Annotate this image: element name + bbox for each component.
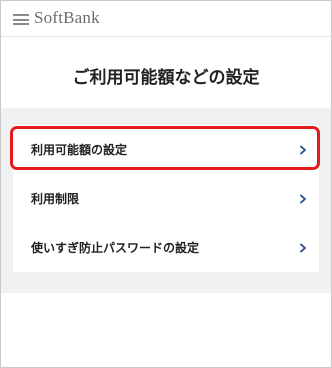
list-item-usage-limit-setting[interactable]: 利用可能額の設定 bbox=[13, 125, 319, 174]
page-title: ご利用可能額などの設定 bbox=[72, 68, 260, 88]
list-item-overuse-password-setting[interactable]: 使いすぎ防止パスワードの設定 bbox=[13, 223, 319, 272]
chevron-right-icon bbox=[300, 194, 306, 203]
softbank-logo[interactable]: SoftBank bbox=[34, 8, 100, 28]
list-item-usage-restriction[interactable]: 利用制限 bbox=[13, 174, 319, 223]
settings-list: 利用可能額の設定 利用制限 使いすぎ防止パスワードの設定 bbox=[10, 125, 320, 272]
hamburger-menu-icon[interactable] bbox=[13, 14, 29, 25]
list-item-label: 利用可能額の設定 bbox=[31, 143, 128, 157]
header: SoftBank bbox=[1, 1, 331, 37]
settings-section: 利用可能額の設定 利用制限 使いすぎ防止パスワードの設定 bbox=[1, 108, 331, 293]
chevron-right-icon bbox=[300, 145, 306, 154]
page-frame: SoftBank ご利用可能額などの設定 利用可能額の設定 利用制限 使いすぎ防… bbox=[0, 0, 332, 368]
list-item-label: 利用制限 bbox=[31, 192, 80, 206]
list-item-label: 使いすぎ防止パスワードの設定 bbox=[31, 241, 200, 255]
chevron-right-icon bbox=[300, 243, 306, 252]
